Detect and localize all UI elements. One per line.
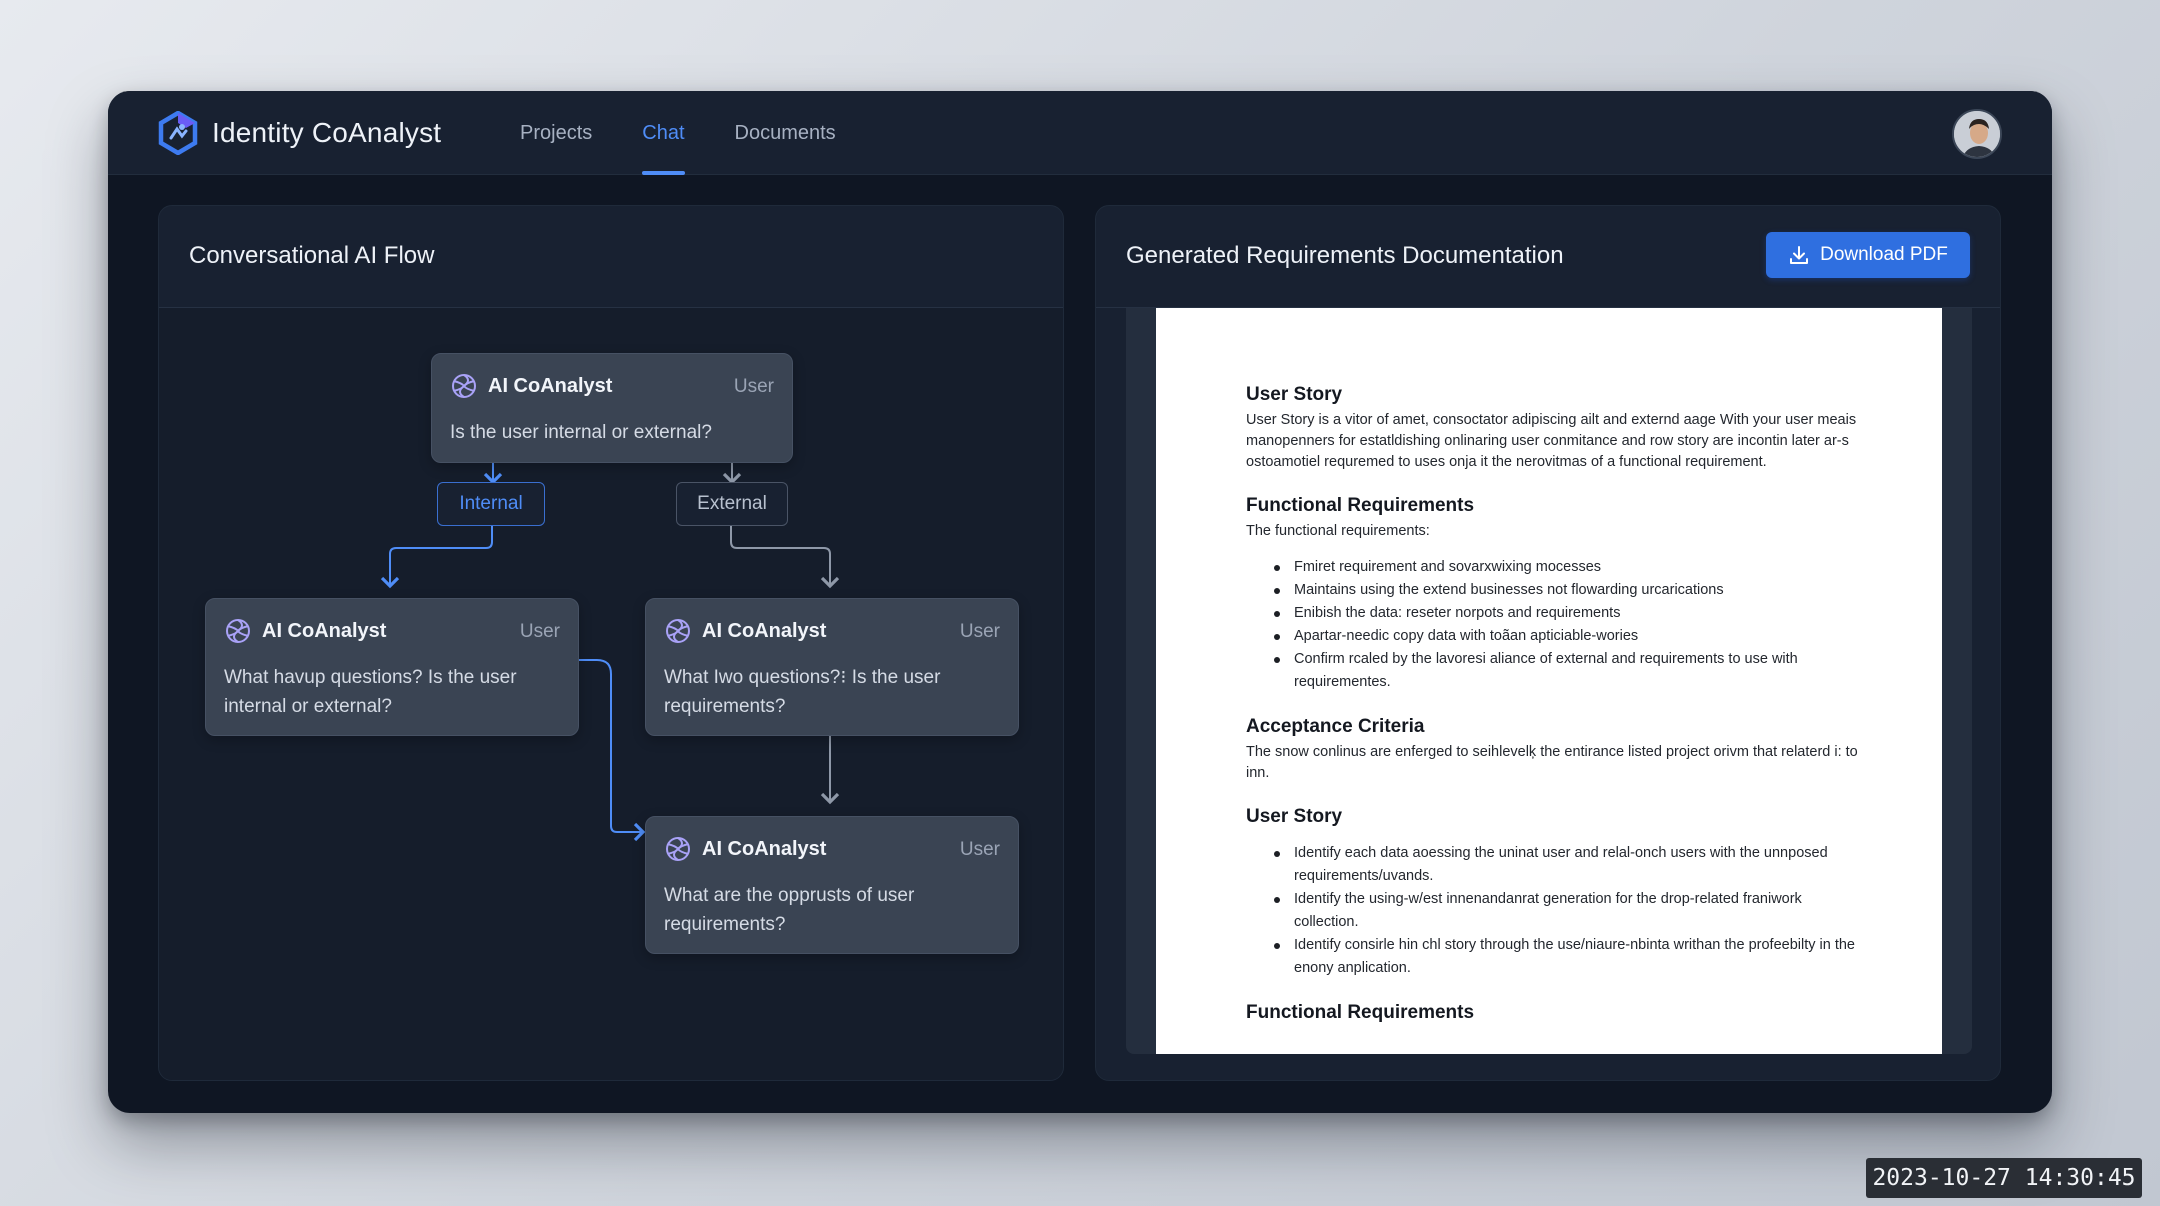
download-icon xyxy=(1790,246,1809,264)
doc-heading: Functional Requirements xyxy=(1246,1002,1475,1023)
flow-panel-header: Conversational AI Flow xyxy=(159,206,1063,308)
node-message: What havup questions? Is the user intern… xyxy=(224,667,517,717)
conversational-flow-panel: Conversational AI Flow AI CoAnalyst User… xyxy=(158,205,1064,1081)
node-sender: AI CoAnalyst xyxy=(702,619,827,642)
ai-assistant-icon xyxy=(226,619,250,643)
node-role: User xyxy=(733,376,774,397)
node-sender: AI CoAnalyst xyxy=(702,837,827,860)
node-role: User xyxy=(959,621,1000,642)
node-header: AI CoAnalyst xyxy=(224,617,386,645)
doc-bullet-list: Fmiret requirement and sovarxwixing moce… xyxy=(1246,556,1866,694)
download-label: Download PDF xyxy=(1820,244,1948,265)
chat-node-internal[interactable]: AI CoAnalyst User What havup questions? … xyxy=(205,598,579,736)
timestamp-overlay: 2023-10-27 14:30:45 xyxy=(1866,1158,2142,1198)
main-nav: Projects Chat Documents xyxy=(520,91,836,175)
doc-panel-title: Generated Requirements Documentation xyxy=(1126,242,1564,269)
tab-documents[interactable]: Documents xyxy=(735,91,836,175)
document-page: User Story User Story is a vitor of amet… xyxy=(1156,308,1942,1054)
chat-node-final[interactable]: AI CoAnalyst User What are the opprusts … xyxy=(645,816,1019,954)
ai-assistant-icon xyxy=(452,374,476,398)
doc-bullet: Maintains using the extend businesses no… xyxy=(1246,579,1866,602)
doc-paragraph: The snow conlinus are enferged to seihle… xyxy=(1246,744,1858,781)
doc-bullet: Identify each data aoessing the uninat u… xyxy=(1246,842,1866,888)
doc-heading: Acceptance Criteria xyxy=(1246,716,1425,737)
doc-paragraph: User Story is a vitor of amet, consoctat… xyxy=(1246,412,1857,470)
flow-panel-title: Conversational AI Flow xyxy=(189,242,435,269)
document-viewer[interactable]: User Story User Story is a vitor of amet… xyxy=(1126,308,1972,1054)
requirements-doc-panel: Generated Requirements Documentation Dow… xyxy=(1095,205,2001,1081)
tab-chat[interactable]: Chat xyxy=(642,91,685,175)
doc-section: Functional Requirements xyxy=(1246,1002,1866,1024)
flow-canvas: AI CoAnalyst User Is the user internal o… xyxy=(159,308,1063,1080)
doc-paragraph: The functional requirements: xyxy=(1246,523,1430,539)
doc-section: Acceptance Criteria The snow conlinus ar… xyxy=(1246,716,1866,784)
node-role: User xyxy=(959,839,1000,860)
node-sender: AI CoAnalyst xyxy=(262,619,387,642)
doc-bullet: Identify consirle hin chl story through … xyxy=(1246,934,1866,980)
chat-node-root[interactable]: AI CoAnalyst User Is the user internal o… xyxy=(431,353,793,463)
node-sender: AI CoAnalyst xyxy=(488,374,613,397)
node-header: AI CoAnalyst xyxy=(664,835,826,863)
node-message: What Iwo questions?⁝ Is the user require… xyxy=(664,667,941,717)
doc-section: User Story Identify each data aoessing t… xyxy=(1246,806,1866,980)
node-message: Is the user internal or external? xyxy=(450,422,712,443)
app-window: Identity CoAnalyst Projects Chat Documen… xyxy=(108,91,2052,1113)
doc-heading: Functional Requirements xyxy=(1246,495,1475,516)
doc-bullet: Apartar-needic copy data with toãan apti… xyxy=(1246,625,1866,648)
app-title: Identity CoAnalyst xyxy=(212,117,442,148)
top-navigation-bar: Identity CoAnalyst Projects Chat Documen… xyxy=(108,91,2052,175)
user-avatar-icon xyxy=(1954,111,2000,157)
branch-external[interactable]: External xyxy=(676,482,788,526)
node-role: User xyxy=(519,621,560,642)
node-header: AI CoAnalyst xyxy=(664,617,826,645)
download-pdf-button[interactable]: Download PDF xyxy=(1766,232,1970,278)
doc-bullet: Identify the using-w/est innenandanrat g… xyxy=(1246,888,1866,934)
node-header: AI CoAnalyst xyxy=(450,372,612,400)
connector-left-to-bottom xyxy=(577,659,646,842)
doc-bullet: Confirm rcaled by the lavoresi aliance o… xyxy=(1246,648,1866,694)
branch-internal[interactable]: Internal xyxy=(437,482,545,526)
connector-internal-to-node xyxy=(380,526,493,589)
doc-panel-header: Generated Requirements Documentation Dow… xyxy=(1096,206,2000,308)
tab-projects[interactable]: Projects xyxy=(520,91,592,175)
ai-assistant-icon xyxy=(666,619,690,643)
user-avatar[interactable] xyxy=(1952,109,2002,159)
connector-external-to-node xyxy=(730,526,840,589)
doc-bullet: Enibish the data: reseter norpots and re… xyxy=(1246,602,1866,625)
doc-bullet: Fmiret requirement and sovarxwixing moce… xyxy=(1246,556,1866,579)
doc-heading: User Story xyxy=(1246,384,1343,405)
doc-heading: User Story xyxy=(1246,806,1343,827)
doc-section: User Story User Story is a vitor of amet… xyxy=(1246,384,1866,473)
chat-node-external[interactable]: AI CoAnalyst User What Iwo questions?⁝ I… xyxy=(645,598,1019,736)
doc-bullet-list: Identify each data aoessing the uninat u… xyxy=(1246,842,1866,980)
ai-assistant-icon xyxy=(666,837,690,861)
doc-section: Functional Requirements The functional r… xyxy=(1246,495,1866,694)
hexagon-logo-icon xyxy=(158,111,198,155)
document-content: User Story User Story is a vitor of amet… xyxy=(1246,384,1866,1046)
node-message: What are the opprusts of user requiremen… xyxy=(664,885,915,935)
brand[interactable]: Identity CoAnalyst xyxy=(158,111,441,155)
